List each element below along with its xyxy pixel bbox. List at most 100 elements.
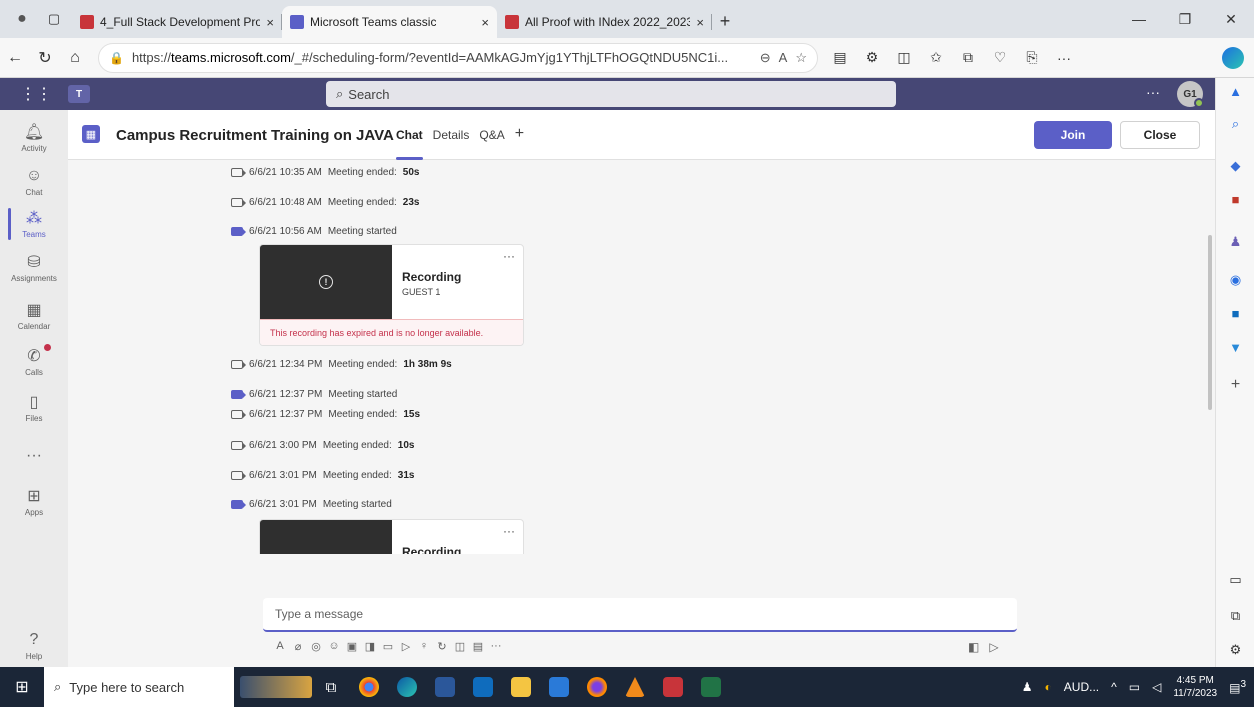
- url-field[interactable]: 🔒 https://teams.microsoft.com/_#/schedul…: [98, 42, 818, 73]
- recording-card[interactable]: ! Recording ···: [259, 519, 524, 554]
- profile-icon[interactable]: ●: [8, 5, 36, 33]
- read-aloud-icon[interactable]: A: [779, 50, 788, 65]
- zoom-icon[interactable]: ⊖: [760, 50, 771, 66]
- settings-icon[interactable]: ⚙: [1216, 642, 1254, 658]
- rail-item-files[interactable]: ▯ Files: [0, 392, 68, 423]
- app-launcher-icon[interactable]: ⋮⋮: [20, 84, 52, 104]
- tray-chevron-icon[interactable]: ^: [1111, 680, 1117, 694]
- recording-more-icon[interactable]: ···: [503, 249, 515, 263]
- open-external-icon[interactable]: ⧉: [1216, 608, 1254, 624]
- microsoft-365-icon[interactable]: ◉: [1216, 272, 1254, 288]
- sticker-icon[interactable]: ◨: [361, 640, 379, 653]
- taskbar-search-input[interactable]: ⌕ Type here to search: [44, 667, 234, 707]
- rail-item-apps[interactable]: ⊞ Apps: [0, 486, 68, 517]
- close-tab-icon[interactable]: ×: [481, 15, 489, 30]
- tab-actions-icon[interactable]: ▢: [42, 5, 66, 33]
- meet-now-icon[interactable]: ▭: [379, 640, 397, 653]
- notification-center-icon[interactable]: ▤3: [1229, 679, 1246, 695]
- edge-icon[interactable]: [388, 677, 426, 697]
- notifications-icon[interactable]: ▲: [1216, 84, 1254, 99]
- rail-item-chat[interactable]: ☺ Chat: [0, 166, 68, 197]
- reading-view-icon[interactable]: ▤: [824, 49, 856, 66]
- vlc-icon[interactable]: [616, 677, 654, 697]
- rail-item-calendar[interactable]: ▦ Calendar: [0, 300, 68, 331]
- gif-icon[interactable]: ▣: [343, 640, 361, 653]
- minimize-button[interactable]: —: [1116, 0, 1162, 38]
- join-button[interactable]: Join: [1034, 121, 1112, 149]
- outlook-icon[interactable]: ■: [1216, 306, 1254, 321]
- chat-scrollbar[interactable]: [1208, 235, 1212, 410]
- firefox-icon[interactable]: [578, 677, 616, 697]
- settings-more-icon[interactable]: ···: [1048, 50, 1080, 66]
- rail-item-more[interactable]: ···: [0, 446, 68, 466]
- weather-text[interactable]: AUD...: [1064, 680, 1099, 694]
- refresh-icon[interactable]: ↻: [30, 48, 60, 68]
- browser-tab-teams[interactable]: Microsoft Teams classic ×: [282, 6, 497, 38]
- split-screen-icon[interactable]: ◫: [888, 49, 920, 66]
- network-icon[interactable]: ▭: [1129, 680, 1140, 694]
- windows-start-icon[interactable]: ⊞: [0, 677, 44, 697]
- sidebar-toggle-icon[interactable]: ▭: [1216, 572, 1254, 588]
- chat-feed[interactable]: 6/6/21 10:35 AM Meeting ended: 50s 6/6/21…: [68, 160, 1215, 554]
- screenshot-icon[interactable]: ⎘: [1016, 49, 1048, 66]
- avatar[interactable]: G1: [1177, 81, 1204, 108]
- send-icon[interactable]: ▷: [989, 640, 998, 654]
- home-icon[interactable]: ⌂: [60, 49, 90, 67]
- format-icon[interactable]: A: [271, 640, 289, 653]
- tab-details[interactable]: Details: [433, 128, 470, 143]
- favorites-icon[interactable]: ✩: [920, 49, 952, 66]
- send-later-icon[interactable]: ▷: [397, 640, 415, 653]
- copilot-icon[interactable]: [1222, 46, 1244, 69]
- clock[interactable]: 4:45 PM 11/7/2023: [1173, 674, 1217, 700]
- volume-icon[interactable]: ◁: [1152, 680, 1161, 694]
- lock-icon[interactable]: 🔒: [109, 51, 124, 65]
- word-icon[interactable]: [426, 677, 464, 697]
- search-input[interactable]: ⌕ Search: [326, 81, 896, 107]
- search-highlight-image[interactable]: [240, 676, 312, 698]
- praise-icon[interactable]: ♀: [415, 640, 433, 653]
- update-icon[interactable]: ↻: [433, 640, 451, 653]
- rail-item-activity[interactable]: 🔔︎ Activity: [0, 122, 68, 153]
- collections-icon[interactable]: ⧉: [952, 49, 984, 66]
- tab-chat[interactable]: Chat: [396, 128, 423, 160]
- favorite-star-icon[interactable]: ☆: [795, 50, 807, 66]
- recording-thumbnail[interactable]: !: [260, 520, 392, 554]
- chrome-icon[interactable]: [350, 677, 388, 697]
- recording-thumbnail[interactable]: !: [260, 245, 392, 319]
- add-tab-button[interactable]: +: [515, 125, 524, 143]
- viva-icon[interactable]: ◫: [451, 640, 469, 653]
- restore-button[interactable]: ❐: [1162, 0, 1208, 38]
- recording-more-icon[interactable]: ···: [503, 524, 515, 538]
- people-icon[interactable]: ♟: [1022, 680, 1033, 694]
- extensions-icon[interactable]: ⚙: [856, 49, 888, 66]
- back-icon[interactable]: ←: [0, 49, 30, 67]
- schedule-icon[interactable]: ◧: [968, 640, 979, 654]
- new-tab-button[interactable]: +: [712, 7, 738, 35]
- drop-icon[interactable]: ▼: [1216, 340, 1254, 355]
- tools-icon[interactable]: ■: [1216, 192, 1254, 207]
- search-icon[interactable]: ⌕: [1216, 116, 1254, 132]
- add-icon[interactable]: +: [1216, 376, 1254, 394]
- rail-item-teams[interactable]: ⁂ Teams: [0, 208, 68, 240]
- close-button[interactable]: Close: [1120, 121, 1200, 149]
- attach-icon[interactable]: ⌀: [289, 640, 307, 653]
- browser-essentials-icon[interactable]: ♡: [984, 49, 1016, 66]
- close-tab-icon[interactable]: ×: [696, 15, 704, 30]
- loop-icon[interactable]: ◎: [307, 640, 325, 653]
- message-input[interactable]: Type a message: [263, 598, 1017, 632]
- file-explorer-icon[interactable]: [502, 677, 540, 697]
- recorder-icon[interactable]: [654, 677, 692, 697]
- excel-icon[interactable]: [692, 677, 730, 697]
- recording-card[interactable]: ! Recording GUEST 1 ··· This recording h…: [259, 244, 524, 346]
- close-tab-icon[interactable]: ×: [266, 15, 274, 30]
- browser-tab-full-stack[interactable]: 4_Full Stack Development Progra ×: [72, 6, 282, 38]
- weather-icon[interactable]: ◐: [1045, 680, 1052, 694]
- emoji-icon[interactable]: ☺: [325, 640, 343, 653]
- rail-item-help[interactable]: ? Help: [0, 630, 68, 661]
- approvals-icon[interactable]: ▤: [469, 640, 487, 653]
- task-view-icon[interactable]: ⧉: [312, 679, 350, 696]
- shopping-tag-icon[interactable]: ◆: [1216, 158, 1254, 174]
- store-icon[interactable]: [540, 677, 578, 697]
- rail-item-calls[interactable]: ✆ Calls: [0, 344, 68, 377]
- games-icon[interactable]: ♟: [1216, 234, 1254, 250]
